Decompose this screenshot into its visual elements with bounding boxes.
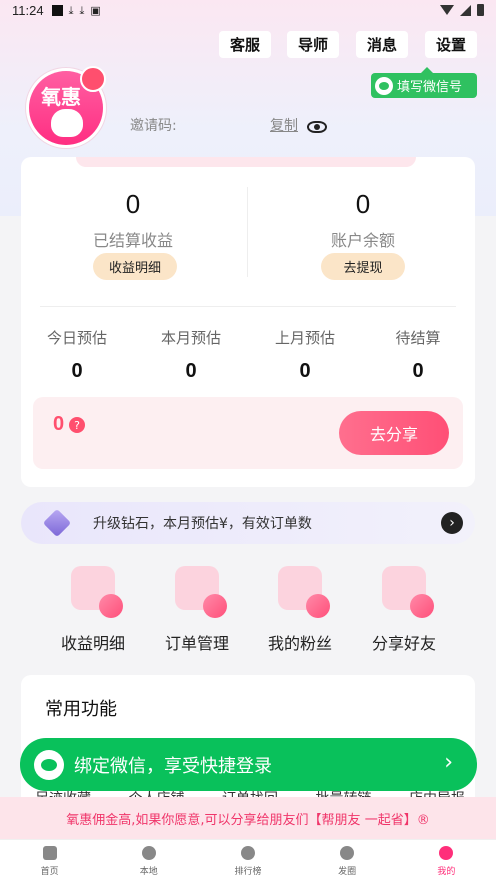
tab-label: 排行榜 <box>234 867 262 877</box>
customer-service-button[interactable]: 客服 <box>219 31 271 58</box>
image-icon: ▣ <box>90 3 101 17</box>
yen-icon <box>71 566 123 618</box>
share-icon <box>382 566 434 618</box>
signal-icon <box>460 4 471 16</box>
tab-label: 我的 <box>437 867 456 877</box>
common-functions-title: 常用功能 <box>45 699 117 720</box>
tab-label: 本地 <box>139 867 158 877</box>
quick-entry-order-management[interactable]: 订单管理 <box>147 566 247 654</box>
month-estimate-value: 0 <box>185 360 197 382</box>
tab-ranking[interactable]: 排行榜 <box>213 840 283 877</box>
download-icon-2: ⤓ <box>79 3 85 17</box>
quick-entry-label: 订单管理 <box>164 634 229 653</box>
question-mark-icon[interactable]: ? <box>69 417 85 433</box>
pending-settlement: 待结算 0 <box>368 327 468 383</box>
settled-earnings-value: 0 <box>125 189 141 219</box>
pending-settlement-label: 待结算 <box>395 329 441 347</box>
status-time: 11:24 <box>12 2 44 18</box>
avatar-logo-text: 氧惠 <box>41 85 81 109</box>
go-share-button[interactable]: 去分享 <box>339 411 449 455</box>
last-month-estimate-value: 0 <box>299 360 311 382</box>
bind-wechat-banner[interactable]: 绑定微信，享受快捷登录 › <box>20 738 477 791</box>
chevron-right-icon[interactable]: › <box>441 512 463 534</box>
share-section: 0 ? 去分享 <box>33 397 463 469</box>
quick-entry-earnings-detail[interactable]: 收益明细 <box>43 566 143 654</box>
quick-entry-label: 分享好友 <box>371 634 436 653</box>
status-bar: 11:24 ⤓ ⤓ ▣ <box>0 0 496 20</box>
share-notice-bar: 氧惠佣金高,如果你愿意,可以分享给朋友们【帮朋友 一起省】® <box>0 797 496 839</box>
flame-icon <box>240 846 255 860</box>
card-top-accent <box>76 157 416 167</box>
heart-icon <box>278 566 330 618</box>
bottom-tab-bar: 首页 本地 排行榜 发圈 我的 <box>0 839 496 881</box>
chevron-right-icon: › <box>444 750 453 775</box>
invite-code-label: 邀请码: <box>130 118 177 134</box>
sheep-mascot-icon <box>51 109 83 137</box>
status-notification-icons: ⤓ ⤓ ▣ <box>51 3 101 17</box>
quick-entry-my-fans[interactable]: 我的粉丝 <box>250 566 350 654</box>
month-estimate-label: 本月预估 <box>160 329 221 347</box>
today-estimate: 今日预估 0 <box>27 327 127 383</box>
settings-button[interactable]: 设置 <box>425 31 477 58</box>
profile-icon <box>439 846 454 860</box>
download-icon: ⤓ <box>68 3 74 17</box>
withdraw-button[interactable]: 去提现 <box>321 253 405 280</box>
quick-entry-label: 我的粉丝 <box>267 634 332 653</box>
last-month-estimate-label: 上月预估 <box>274 329 335 347</box>
last-month-estimate: 上月预估 0 <box>255 327 355 383</box>
bind-wechat-text: 绑定微信，享受快捷登录 <box>74 755 272 777</box>
wechat-icon <box>34 749 64 780</box>
today-estimate-label: 今日预估 <box>46 329 107 347</box>
aperture-icon <box>340 846 355 860</box>
wechat-icon <box>375 76 393 95</box>
quick-entry-label: 收益明细 <box>60 634 125 653</box>
account-balance-label: 账户余额 <box>330 231 395 250</box>
month-estimate: 本月预估 0 <box>141 327 241 383</box>
earnings-card: 0 已结算收益 收益明细 0 账户余额 去提现 今日预估 0 本月预估 0 上月… <box>21 157 475 487</box>
home-icon <box>42 846 57 860</box>
mentor-button[interactable]: 导师 <box>287 31 339 58</box>
app-notification-icon <box>51 4 63 16</box>
today-estimate-value: 0 <box>71 360 83 382</box>
tab-mine[interactable]: 我的 <box>411 840 481 877</box>
account-balance-value: 0 <box>355 189 371 219</box>
pending-settlement-value: 0 <box>412 360 424 382</box>
tab-local[interactable]: 本地 <box>114 840 184 877</box>
diamond-icon <box>39 508 75 538</box>
copy-invite-code-link[interactable]: 复制 <box>270 115 298 135</box>
share-count-value: 0 <box>53 413 65 435</box>
tab-home[interactable]: 首页 <box>15 840 85 877</box>
wifi-icon <box>440 5 454 15</box>
battery-icon <box>477 4 484 16</box>
earnings-detail-button[interactable]: 收益明细 <box>93 253 177 280</box>
share-notice-text: 氧惠佣金高,如果你愿意,可以分享给朋友们【帮朋友 一起省】® <box>66 812 430 828</box>
divider <box>247 187 248 277</box>
status-system-icons <box>440 4 484 16</box>
eye-icon[interactable] <box>307 121 327 133</box>
tab-moments[interactable]: 发圈 <box>312 840 382 877</box>
fill-wechat-id-button[interactable]: 填写微信号 <box>371 67 477 98</box>
upgrade-diamond-text: 升级钻石，本月预估¥，有效订单数 <box>93 516 312 532</box>
fill-wechat-id-label: 填写微信号 <box>397 80 463 95</box>
avatar-badge <box>80 66 106 92</box>
location-pin-icon <box>141 846 156 860</box>
upgrade-diamond-banner[interactable]: 升级钻石，本月预估¥，有效订单数 › <box>21 502 475 544</box>
tab-label: 首页 <box>40 867 59 877</box>
messages-button[interactable]: 消息 <box>356 31 408 58</box>
divider <box>40 306 456 307</box>
settled-earnings-label: 已结算收益 <box>92 231 173 250</box>
tab-label: 发圈 <box>338 867 357 877</box>
quick-entry-share-friends[interactable]: 分享好友 <box>354 566 454 654</box>
order-icon <box>175 566 227 618</box>
